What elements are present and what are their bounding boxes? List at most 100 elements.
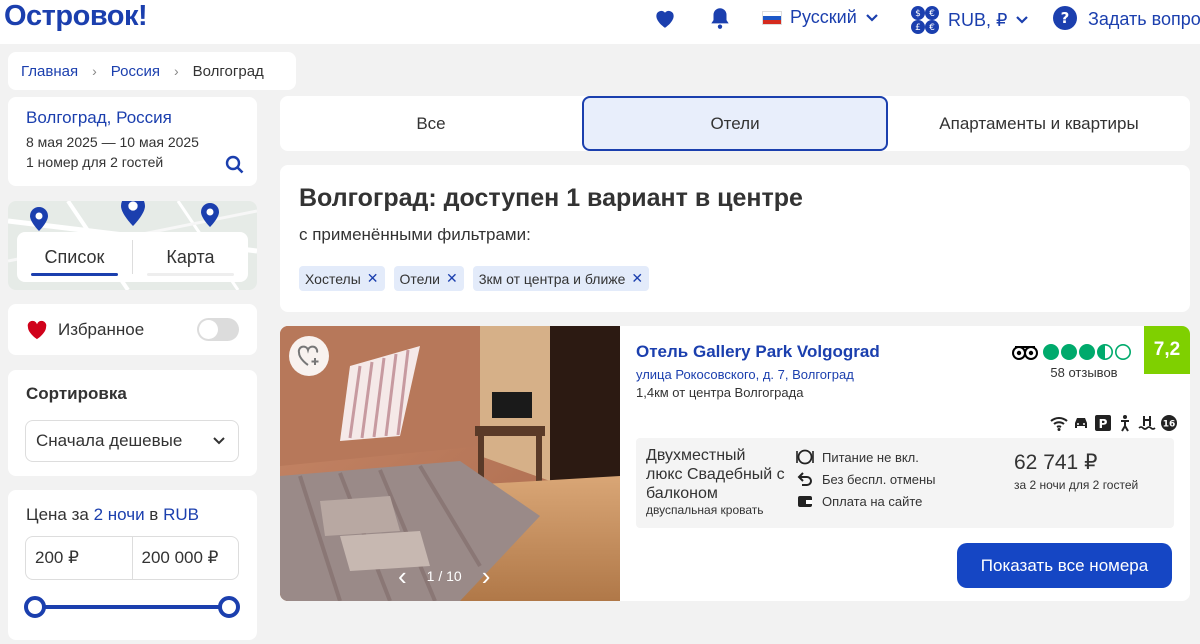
svg-text:€: €	[929, 9, 935, 19]
top-header: Островок! Русский $ € £ € RUB, ₽ ? Задат…	[0, 0, 1200, 44]
price-filter-title: Цена за 2 ночи в RUB	[26, 505, 239, 525]
breadcrumb-country[interactable]: Россия	[111, 63, 160, 80]
meal-feature: Питание не вкл.	[796, 446, 936, 468]
currency-label: RUB, ₽	[948, 9, 1008, 30]
chip-label: Отели	[399, 270, 440, 287]
svg-text:?: ?	[1061, 9, 1070, 27]
hotel-address-link[interactable]: улица Рокосовского, д. 7, Волгоград	[636, 367, 880, 382]
list-view-label: Список	[44, 246, 105, 267]
hotel-photo[interactable]: ‹ 1 / 10 ›	[280, 326, 620, 601]
site-logo[interactable]: Островок!	[4, 0, 148, 33]
accessible-icon	[1121, 415, 1129, 432]
room-price: 62 741 ₽ за 2 ночи для 2 гостей	[1014, 450, 1138, 492]
filter-chip-distance[interactable]: 3км от центра и ближе ✕	[472, 266, 650, 291]
sort-title: Сортировка	[26, 384, 127, 403]
photo-navigation: ‹ 1 / 10 ›	[398, 563, 490, 589]
heart-icon	[27, 320, 47, 339]
hotel-distance: 1,4км от центра Волгограда	[636, 385, 804, 400]
show-all-rooms-button[interactable]: Показать все номера	[957, 543, 1172, 588]
undo-arrow-icon	[797, 472, 812, 486]
hotel-card[interactable]: ‹ 1 / 10 › Отель Gallery Park Volgograd …	[280, 326, 1190, 601]
price-nights-link[interactable]: 2 ночи	[94, 505, 145, 524]
notifications-bell-icon[interactable]	[707, 5, 733, 31]
results-subtitle: с применёнными фильтрами:	[299, 225, 531, 244]
results-header: Волгоград: доступен 1 вариант в центре с…	[280, 165, 1190, 312]
breadcrumb-home[interactable]: Главная	[21, 63, 78, 80]
chevron-down-icon	[213, 437, 225, 445]
photo-counter: 1 / 10	[426, 568, 462, 584]
close-icon[interactable]: ✕	[631, 270, 643, 287]
wifi-icon	[1050, 417, 1068, 431]
svg-text:$: $	[915, 9, 921, 19]
price-max-input[interactable]: 200 000 ₽	[131, 537, 239, 579]
svg-text:€: €	[929, 23, 935, 33]
amenity-icons: P 16	[1050, 414, 1178, 432]
view-toggle: Список Карта	[17, 232, 248, 282]
sort-panel: Сортировка Сначала дешевые	[8, 370, 257, 476]
price-min-input[interactable]: 200 ₽	[26, 537, 132, 579]
svg-text:P: P	[1099, 417, 1108, 431]
price-slider-track[interactable]	[34, 605, 230, 609]
map-preview[interactable]: Список Карта	[8, 201, 257, 290]
language-selector[interactable]: Русский	[762, 7, 879, 28]
feature-label: Питание не вкл.	[822, 449, 919, 465]
breadcrumb: Главная › Россия › Волгоград	[8, 52, 296, 90]
chevron-down-icon	[866, 13, 878, 22]
price-note: за 2 ночи для 2 гостей	[1014, 478, 1139, 492]
help-link[interactable]: ? Задать вопро	[1052, 5, 1200, 33]
map-pin-icon	[121, 201, 145, 226]
room-features: Питание не вкл. Без беспл. отмены Оплата…	[796, 446, 936, 512]
active-filter-chips: Хостелы ✕ Отели ✕ 3км от центра и ближе ✕	[299, 266, 1171, 291]
property-type-tabs: Все Отели Апартаменты и квартиры	[280, 96, 1190, 151]
price-currency-link[interactable]: RUB	[163, 505, 199, 524]
hotel-name-link[interactable]: Отель Gallery Park Volgograd	[636, 342, 880, 362]
feature-label: Без беспл. отмены	[822, 471, 936, 487]
tab-all[interactable]: Все	[280, 96, 582, 151]
age-restriction-icon: 16	[1161, 415, 1177, 431]
price-filter-panel: Цена за 2 ночи в RUB 200 ₽ 200 000 ₽	[8, 490, 257, 640]
tab-apartments[interactable]: Апартаменты и квартиры	[888, 96, 1190, 151]
tripadvisor-owl-icon	[1012, 346, 1038, 360]
price-slider-max-handle[interactable]	[218, 596, 240, 618]
price-title-prefix: Цена за	[26, 505, 94, 524]
hotel-room-image	[280, 326, 620, 601]
help-label: Задать вопро	[1088, 8, 1200, 29]
close-icon[interactable]: ✕	[446, 270, 458, 287]
chevron-right-icon[interactable]: ›	[482, 563, 491, 589]
favorites-toggle[interactable]	[197, 318, 239, 341]
tripadvisor-rating[interactable]: 58 отзывов	[1012, 343, 1132, 380]
language-label: Русский	[790, 7, 857, 27]
search-icon[interactable]	[225, 155, 245, 175]
filter-chip-hostels[interactable]: Хостелы ✕	[299, 266, 385, 291]
add-to-favorites-button[interactable]	[289, 336, 329, 376]
filter-chip-hotels[interactable]: Отели ✕	[393, 266, 464, 291]
search-guests: 1 номер для 2 гостей	[26, 154, 164, 170]
room-offer[interactable]: Двухместный люкс Свадебный с балконом дв…	[636, 438, 1174, 528]
chevron-down-icon	[1016, 16, 1029, 24]
payment-feature: Оплата на сайте	[796, 490, 936, 512]
sort-value: Сначала дешевые	[36, 431, 183, 450]
favorites-filter: Избранное	[8, 304, 257, 355]
favorites-heart-icon[interactable]	[652, 5, 678, 31]
heart-plus-icon	[297, 345, 319, 366]
map-pin-icon	[201, 203, 219, 227]
search-destination[interactable]: Волгоград, Россия	[26, 108, 239, 128]
favorites-label: Избранное	[58, 319, 145, 339]
wallet-icon	[798, 496, 812, 507]
sort-select[interactable]: Сначала дешевые	[25, 420, 239, 462]
list-view-tab[interactable]: Список	[17, 232, 132, 282]
currency-selector[interactable]: $ € £ € RUB, ₽	[910, 5, 1029, 35]
tab-hotels[interactable]: Отели	[582, 96, 888, 151]
search-summary-card[interactable]: Волгоград, Россия 8 мая 2025 — 10 мая 20…	[8, 97, 257, 186]
russia-flag-icon	[762, 10, 782, 25]
guest-score-badge: 7,2	[1144, 326, 1190, 374]
room-bed-type: двуспальная кровать	[646, 503, 764, 517]
map-view-tab[interactable]: Карта	[133, 232, 248, 282]
price-amount: 62 741 ₽	[1014, 451, 1098, 474]
price-title-middle: в	[144, 505, 164, 524]
search-dates: 8 мая 2025 — 10 мая 2025	[26, 134, 199, 150]
close-icon[interactable]: ✕	[367, 270, 379, 287]
breadcrumb-current: Волгоград	[192, 62, 264, 80]
price-slider-min-handle[interactable]	[24, 596, 46, 618]
chevron-left-icon[interactable]: ‹	[398, 563, 407, 589]
